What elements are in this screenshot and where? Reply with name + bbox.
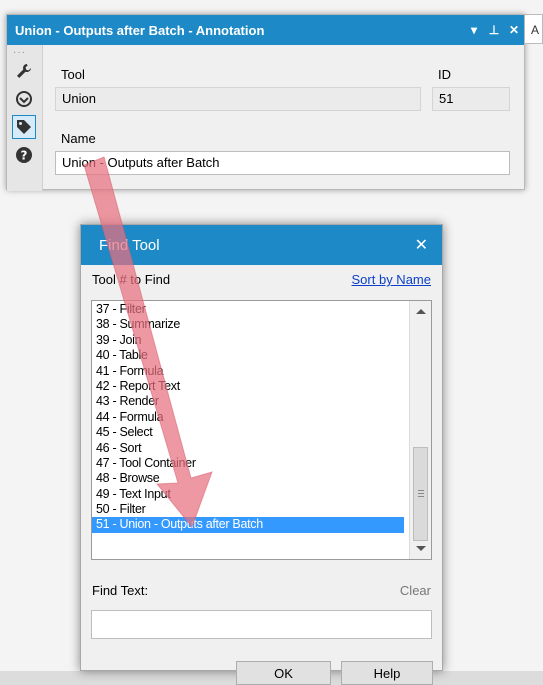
pin-icon[interactable]: ⊥ xyxy=(488,23,500,37)
thumb-grip xyxy=(418,490,424,491)
list-item[interactable]: 47 - Tool Container xyxy=(92,456,404,471)
id-label: ID xyxy=(438,67,451,82)
name-label: Name xyxy=(61,131,96,146)
scroll-thumb[interactable] xyxy=(413,447,428,541)
list-item[interactable]: 49 - Text Input xyxy=(92,487,404,502)
tag-icon[interactable] xyxy=(12,115,36,139)
list-item[interactable]: 44 - Formula xyxy=(92,410,404,425)
svg-text:?: ? xyxy=(21,149,28,163)
list-item[interactable]: 37 - Filter xyxy=(92,302,404,317)
ok-button[interactable]: OK xyxy=(236,661,331,685)
list-item[interactable]: 51 - Union - Outputs after Batch xyxy=(92,517,404,533)
close-icon[interactable]: ✕ xyxy=(508,23,520,37)
config-sidebar: ··· ? xyxy=(7,45,43,191)
wrench-icon[interactable] xyxy=(12,59,36,83)
panel-controls: ▾ ⊥ ✕ xyxy=(468,15,520,45)
list-item[interactable]: 50 - Filter xyxy=(92,502,404,517)
id-field: 51 xyxy=(432,87,510,111)
list-scrollbar[interactable] xyxy=(409,301,431,559)
dropdown-icon[interactable]: ▾ xyxy=(468,23,480,37)
dialog-title-bar: Find Tool ✕ xyxy=(81,225,442,265)
dialog-close-icon[interactable]: ✕ xyxy=(415,235,428,255)
list-item[interactable]: 42 - Report Text xyxy=(92,379,404,394)
help-icon[interactable]: ? xyxy=(12,143,36,167)
tool-list: 37 - Filter 38 - Summarize 39 - Join 40 - T… xyxy=(92,301,431,533)
name-field[interactable]: Union - Outputs after Batch xyxy=(55,151,510,175)
sidebar-dots: ··· xyxy=(13,47,26,58)
clear-link[interactable]: Clear xyxy=(400,583,431,598)
scroll-down-arrow-icon[interactable] xyxy=(416,546,426,551)
find-tool-dialog: Find Tool ✕ Tool # to Find Sort by Name … xyxy=(80,224,443,685)
list-item[interactable]: 43 - Render xyxy=(92,394,404,409)
sort-by-name-link[interactable]: Sort by Name xyxy=(352,272,431,287)
tool-number-label: Tool # to Find xyxy=(92,272,171,287)
help-button[interactable]: Help xyxy=(341,661,433,685)
annotation-panel: Union - Outputs after Batch - Annotation… xyxy=(6,14,525,191)
list-item[interactable]: 45 - Select xyxy=(92,425,404,440)
panel-title-bar: Union - Outputs after Batch - Annotation… xyxy=(7,15,524,45)
right-panel-tab[interactable]: A xyxy=(525,14,543,44)
tool-field: Union xyxy=(55,87,421,111)
thumb-grip xyxy=(418,496,424,497)
list-item[interactable]: 38 - Summarize xyxy=(92,317,404,332)
dialog-title: Find Tool xyxy=(99,236,160,254)
panel-title: Union - Outputs after Batch - Annotation xyxy=(15,22,265,38)
scroll-up-arrow-icon[interactable] xyxy=(416,309,426,314)
list-item[interactable]: 39 - Join xyxy=(92,333,404,348)
find-text-input[interactable] xyxy=(91,610,432,639)
find-text-label: Find Text: xyxy=(92,583,149,598)
tool-label: Tool xyxy=(61,67,85,82)
target-icon[interactable] xyxy=(12,87,36,111)
thumb-grip xyxy=(418,493,424,494)
tool-listbox[interactable]: 37 - Filter 38 - Summarize 39 - Join 40 - T… xyxy=(91,300,432,560)
list-item[interactable]: 41 - Formula xyxy=(92,364,404,379)
list-item[interactable]: 48 - Browse xyxy=(92,471,404,486)
list-item[interactable]: 46 - Sort xyxy=(92,441,404,456)
list-item[interactable]: 40 - Table xyxy=(92,348,404,363)
